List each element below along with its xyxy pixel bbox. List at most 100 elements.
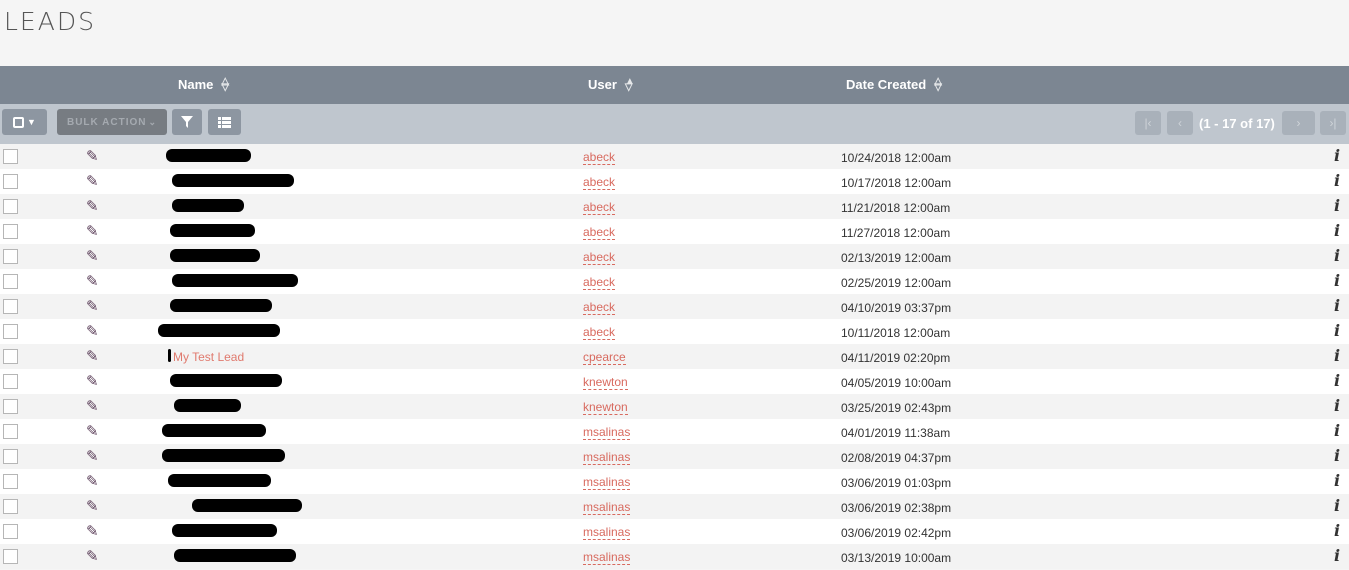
filter-button[interactable] xyxy=(172,109,202,135)
date-created: 10/24/2018 12:00am xyxy=(841,151,952,165)
column-chooser-button[interactable] xyxy=(208,109,241,135)
row-checkbox[interactable] xyxy=(3,349,18,364)
pencil-icon[interactable]: ✎ xyxy=(86,372,99,390)
user-link[interactable]: knewton xyxy=(583,376,628,390)
table-row: ✎ msalinas 03/13/2019 10:00am i xyxy=(0,544,1349,569)
pencil-icon[interactable]: ✎ xyxy=(86,222,99,240)
pencil-icon[interactable]: ✎ xyxy=(86,547,99,565)
user-link[interactable]: abeck xyxy=(583,201,616,215)
info-icon[interactable]: i xyxy=(1334,396,1340,415)
user-link[interactable]: msalinas xyxy=(583,526,631,540)
redaction-mark xyxy=(162,449,285,462)
info-icon[interactable]: i xyxy=(1334,371,1340,390)
pencil-icon[interactable]: ✎ xyxy=(86,447,99,465)
info-icon[interactable]: i xyxy=(1334,296,1340,315)
info-icon[interactable]: i xyxy=(1334,521,1340,540)
row-checkbox[interactable] xyxy=(3,449,18,464)
date-created: 04/10/2019 03:37pm xyxy=(841,301,952,315)
info-icon[interactable]: i xyxy=(1334,246,1340,265)
checkbox-icon xyxy=(13,116,25,128)
column-header-name[interactable]: Name △ ▽ xyxy=(178,76,229,92)
row-checkbox[interactable] xyxy=(3,224,18,239)
info-icon[interactable]: i xyxy=(1334,496,1340,515)
user-link[interactable]: abeck xyxy=(583,276,616,290)
info-icon[interactable]: i xyxy=(1334,321,1340,340)
page-title: LEADS xyxy=(4,7,96,36)
row-checkbox[interactable] xyxy=(3,374,18,389)
pencil-icon[interactable]: ✎ xyxy=(86,272,99,290)
user-link[interactable]: msalinas xyxy=(583,501,631,515)
user-link[interactable]: abeck xyxy=(583,251,616,265)
row-checkbox[interactable] xyxy=(3,499,18,514)
redaction-mark xyxy=(170,224,255,237)
user-link[interactable]: msalinas xyxy=(583,551,631,565)
info-icon[interactable]: i xyxy=(1334,546,1340,565)
info-icon[interactable]: i xyxy=(1334,171,1340,190)
row-checkbox[interactable] xyxy=(3,424,18,439)
pencil-icon[interactable]: ✎ xyxy=(86,497,99,515)
user-link[interactable]: abeck xyxy=(583,301,616,315)
pencil-icon[interactable]: ✎ xyxy=(86,422,99,440)
pencil-icon[interactable]: ✎ xyxy=(86,172,99,190)
info-icon[interactable]: i xyxy=(1334,196,1340,215)
row-checkbox[interactable] xyxy=(3,199,18,214)
info-icon[interactable]: i xyxy=(1334,221,1340,240)
row-checkbox[interactable] xyxy=(3,149,18,164)
caret-down-icon: ▼ xyxy=(27,117,36,127)
last-page-button[interactable]: ›| xyxy=(1320,111,1346,135)
info-icon[interactable]: i xyxy=(1334,421,1340,440)
row-checkbox[interactable] xyxy=(3,174,18,189)
lead-name-link[interactable]: My Test Lead xyxy=(173,350,244,364)
info-icon[interactable]: i xyxy=(1334,346,1340,365)
row-checkbox[interactable] xyxy=(3,249,18,264)
info-icon[interactable]: i xyxy=(1334,446,1340,465)
pencil-icon[interactable]: ✎ xyxy=(86,147,99,165)
user-link[interactable]: abeck xyxy=(583,151,616,165)
pencil-icon[interactable]: ✎ xyxy=(86,297,99,315)
row-checkbox[interactable] xyxy=(3,299,18,314)
pencil-icon[interactable]: ✎ xyxy=(86,247,99,265)
user-link[interactable]: msalinas xyxy=(583,426,631,440)
sort-icon[interactable]: △ ▽ xyxy=(221,76,229,92)
redaction-mark xyxy=(170,249,260,262)
info-icon[interactable]: i xyxy=(1334,146,1340,165)
user-link[interactable]: abeck xyxy=(583,226,616,240)
date-created: 10/11/2018 12:00am xyxy=(841,326,951,340)
bulk-action-label: BULK ACTION xyxy=(66,116,147,128)
user-link[interactable]: msalinas xyxy=(583,451,631,465)
info-icon[interactable]: i xyxy=(1334,271,1340,290)
table-row: ✎ abeck 10/24/2018 12:00am i xyxy=(0,144,1349,169)
user-link[interactable]: knewton xyxy=(583,401,628,415)
row-checkbox[interactable] xyxy=(3,524,18,539)
column-header-user[interactable]: User ▲ ▽ xyxy=(588,76,635,92)
date-created: 04/05/2019 10:00am xyxy=(841,376,952,390)
date-created: 03/06/2019 02:38pm xyxy=(841,501,952,515)
pencil-icon[interactable]: ✎ xyxy=(86,322,99,340)
pencil-icon[interactable]: ✎ xyxy=(86,397,99,415)
user-link[interactable]: abeck xyxy=(583,176,616,190)
date-created: 02/25/2019 12:00am xyxy=(841,276,952,290)
sort-icon[interactable]: △ ▽ xyxy=(934,76,942,92)
sort-icon[interactable]: ▲ ▽ xyxy=(625,76,635,92)
info-icon[interactable]: i xyxy=(1334,471,1340,490)
row-checkbox[interactable] xyxy=(3,549,18,564)
pencil-icon[interactable]: ✎ xyxy=(86,472,99,490)
filter-icon xyxy=(181,116,193,128)
bulk-action-button[interactable]: BULK ACTION ⌄ xyxy=(57,109,167,135)
row-checkbox[interactable] xyxy=(3,399,18,414)
first-page-button[interactable]: |‹ xyxy=(1135,111,1161,135)
pencil-icon[interactable]: ✎ xyxy=(86,522,99,540)
previous-page-button[interactable]: ‹ xyxy=(1167,111,1193,135)
user-link[interactable]: cpearce xyxy=(583,351,626,365)
select-all-dropdown[interactable]: ▼ xyxy=(2,109,47,135)
pencil-icon[interactable]: ✎ xyxy=(86,347,99,365)
next-page-button[interactable]: › xyxy=(1282,111,1315,135)
list-icon xyxy=(218,116,231,128)
column-header-date-created[interactable]: Date Created △ ▽ xyxy=(846,76,942,92)
row-checkbox[interactable] xyxy=(3,274,18,289)
row-checkbox[interactable] xyxy=(3,474,18,489)
row-checkbox[interactable] xyxy=(3,324,18,339)
pencil-icon[interactable]: ✎ xyxy=(86,197,99,215)
user-link[interactable]: abeck xyxy=(583,326,616,340)
user-link[interactable]: msalinas xyxy=(583,476,631,490)
